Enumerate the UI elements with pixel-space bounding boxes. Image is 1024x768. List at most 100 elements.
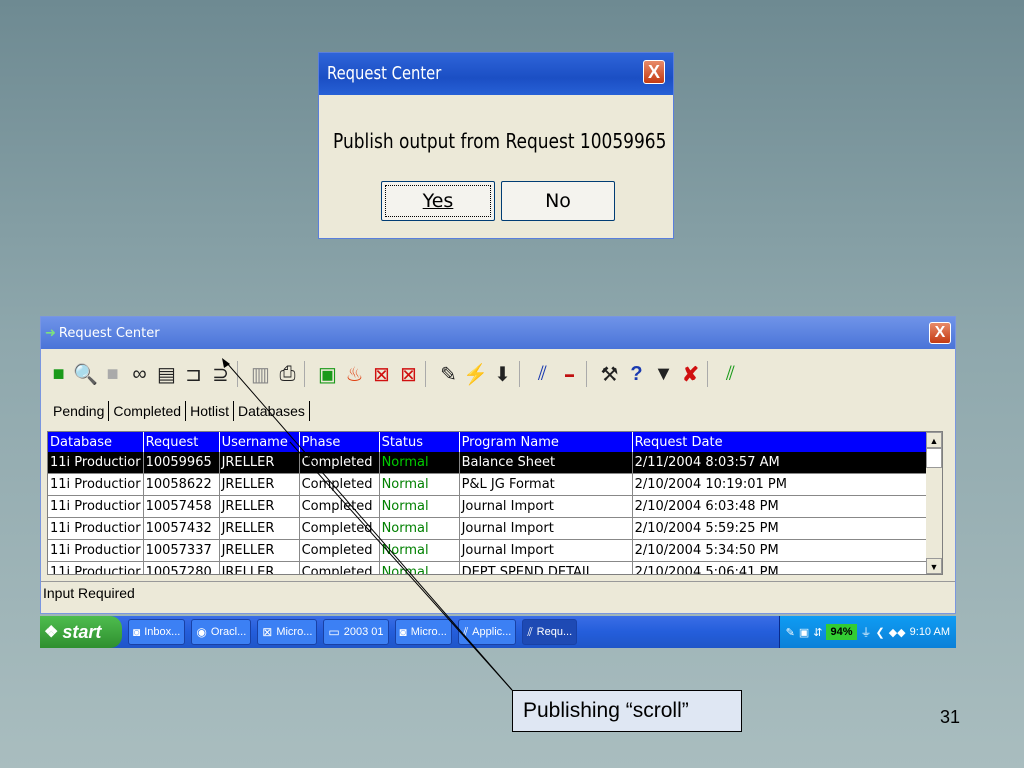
pen-icon[interactable]: ✎ [786,626,795,639]
tools-icon[interactable]: ⚒ [596,359,623,389]
scroll-up-icon[interactable]: ▲ [926,432,942,448]
cell-database: 11i Productior [48,473,144,496]
cell-database: 11i Productior [48,539,144,562]
table-row[interactable]: 11i Productior 10057458 JRELLER Complete… [48,495,929,518]
apps-icon[interactable]: ⫽ [529,359,556,389]
task-label: Micro... [276,626,313,638]
windows-flag-icon: ❖ [44,624,59,641]
start-button[interactable]: ❖ start [40,616,122,648]
cell-program: P&L JG Format [459,473,633,496]
network-icon[interactable]: ⚡ [462,359,489,389]
tab-pending[interactable]: Pending [49,401,110,421]
table-row[interactable]: 11i Productior 10057337 JRELLER Complete… [48,539,929,562]
yes-button-label: Yes [422,190,454,212]
table-row[interactable]: 11i Productior 10057280 JRELLER Complete… [48,561,929,574]
status-divider [41,581,955,582]
power-plug-icon[interactable]: ⏚ [861,624,872,640]
app-icon: ➜ [45,326,56,341]
task-label: Micro... [410,626,447,638]
scroll-icon[interactable]: ⊐ [180,359,207,389]
toolbar-separator [519,361,526,387]
taskbar: ❖ start ◙ Inbox... ◉ Oracl... ⊠ Micro... ▭ 20… [40,616,956,648]
cell-username: JRELLER [219,539,300,562]
taskbar-item-outlook[interactable]: ◙ Micro... [394,619,452,645]
clock[interactable]: 9:10 AM [910,626,950,638]
find-icon[interactable]: 🔍 [72,359,99,389]
callout-box: Publishing “scroll” [512,690,742,732]
download-icon[interactable]: ⬇ [489,359,516,389]
new-icon[interactable]: ■ [45,359,72,389]
taskbar-item-inbox[interactable]: ◙ Inbox... [128,619,186,645]
network-tray-icon[interactable]: ⇵ [813,626,822,639]
signature-icon[interactable]: ✎ [435,359,462,389]
cell-username: JRELLER [219,452,300,474]
column-header[interactable]: Phase [299,432,380,452]
tab-completed[interactable]: Completed [109,401,187,421]
notepad-icon[interactable]: ▤ [153,359,180,389]
column-header[interactable]: Request Date [632,432,929,452]
cell-phase: Completed [299,517,380,540]
dialog-titlebar[interactable]: Request Center X [319,53,673,95]
request-center-icon[interactable]: ⫽ [717,359,744,389]
tray-apps-icon[interactable]: ◆◆ [889,626,906,639]
task-label: Requ... [536,626,573,638]
table-row[interactable]: 11i Productior 10058622 JRELLER Complete… [48,473,929,496]
outlook-icon: ◙ [399,625,407,639]
tab-databases[interactable]: Databases [234,401,310,421]
taskbar-item-excel[interactable]: ⊠ Micro... [257,619,318,645]
taskbar-item-applications[interactable]: ⫽ Applic... [457,619,517,645]
print-icon[interactable]: ⎙ [274,359,301,389]
table-row[interactable]: 11i Productior 10057432 JRELLER Complete… [48,517,929,540]
flame-icon[interactable]: ♨ [341,359,368,389]
dialog-close-button[interactable]: X [643,60,665,84]
window-title: Request Center [58,326,160,341]
column-header[interactable]: Status [379,432,460,452]
column-header[interactable]: Request [143,432,220,452]
monitor-x-icon[interactable]: ⊠ [368,359,395,389]
cell-date: 2/10/2004 5:06:41 PM [632,561,929,574]
monitor-check-icon[interactable]: ▣ [314,359,341,389]
table-row[interactable]: 11i Productior 10059965 JRELLER Complete… [48,452,929,474]
battery-indicator[interactable]: 94% [826,624,857,640]
cell-request: 10057432 [143,517,220,540]
scroll-down-icon[interactable]: ▼ [926,558,942,574]
tab-hotlist[interactable]: Hotlist [186,401,234,421]
toolbar-separator [237,361,244,387]
window-close-button[interactable]: X [929,322,951,344]
binoculars-icon[interactable]: ∞ [126,359,153,389]
display-icon[interactable]: ▣ [799,626,809,639]
publish-dialog: Request Center X Publish output from Req… [318,52,674,239]
chevron-left-icon[interactable]: ❮ [876,626,885,639]
cell-date: 2/10/2004 6:03:48 PM [632,495,929,518]
cell-database: 11i Productior [48,495,144,518]
dropdown-arrow-icon[interactable]: ▼ [650,359,677,389]
monitor-x2-icon[interactable]: ⊠ [395,359,422,389]
scroll-thumb[interactable] [926,448,942,468]
taskbar-item-oracle[interactable]: ◉ Oracl... [191,619,252,645]
cell-database: 11i Productior [48,561,144,574]
request-center-window: ➜ Request Center X ■ 🔍 ■ ∞ ▤ ⊐ ⊇ ▥ ⎙ ▣ ♨ … [40,316,956,614]
page-number: 31 [940,707,961,727]
cell-username: JRELLER [219,473,300,496]
no-button[interactable]: No [501,181,615,221]
taskbar-item-folder[interactable]: ▭ 2003 01 [323,619,389,645]
cell-phase: Completed [299,561,380,574]
document-icon[interactable]: ▥ [247,359,274,389]
task-label: Applic... [472,626,512,638]
help-icon[interactable]: ? [623,359,650,389]
cell-username: JRELLER [219,495,300,518]
yes-button[interactable]: Yes [381,181,495,221]
publish-scroll-icon[interactable]: ⊇ [207,359,234,389]
disabled-icon[interactable]: ■ [99,359,126,389]
column-header[interactable]: Username [219,432,300,452]
red-x-icon[interactable]: ✘ [677,359,704,389]
cell-phase: Completed [299,452,380,474]
column-header[interactable]: Database [48,432,144,452]
window-titlebar[interactable]: ➜ Request Center X [41,317,955,349]
oracle-applications-icon[interactable]: ▬ [556,359,583,389]
column-header[interactable]: Program Name [459,432,633,452]
outlook-icon: ◙ [133,625,141,639]
taskbar-item-request-center[interactable]: ⫽ Requ... [522,619,578,645]
vertical-scrollbar[interactable]: ▲ ▼ [926,432,942,574]
task-label: Oracl... [210,626,247,638]
